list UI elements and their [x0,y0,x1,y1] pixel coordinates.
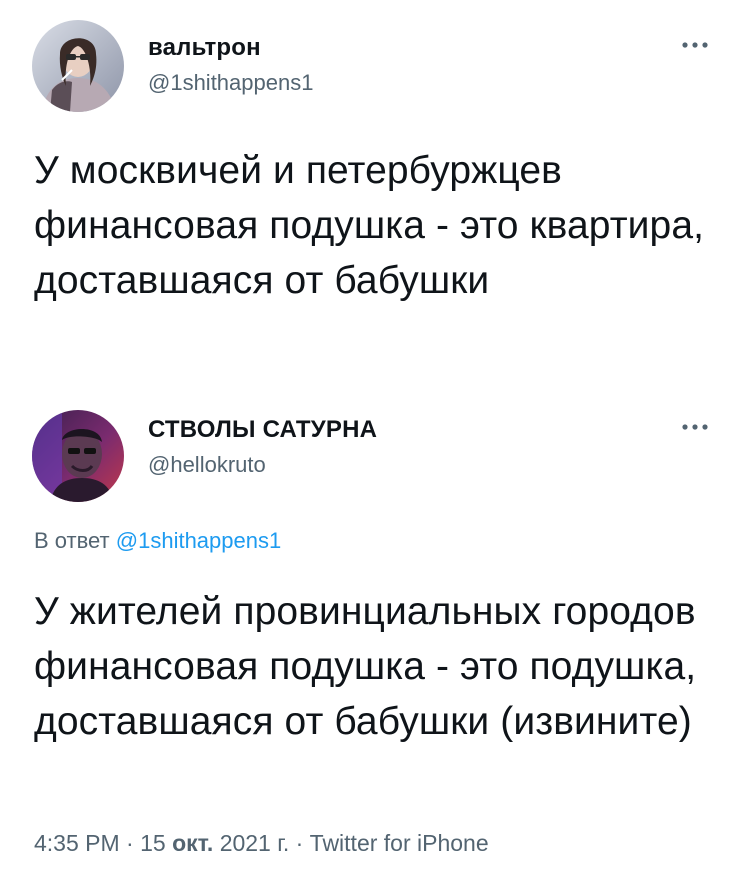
tweet-source[interactable]: Twitter for iPhone [310,830,489,856]
more-horizontal-icon[interactable] [680,420,710,434]
avatar[interactable] [32,410,124,502]
tweet-original: вальтрон @1shithappens1 У москвичей и пе… [0,0,750,380]
reply-prefix: В ответ [34,528,110,553]
tweet-date-year[interactable]: 2021 г. [220,830,290,856]
tweet-text: У жителей провинциальных городов финансо… [34,590,697,743]
tweet-date-month[interactable]: окт. [172,830,213,856]
avatar-photo [32,410,124,502]
avatar[interactable] [32,20,124,112]
tweet-date-day[interactable]: 15 [140,830,166,856]
tweet-text: У москвичей и петербуржцев финансовая по… [34,149,705,302]
tweet-time[interactable]: 4:35 PM [34,830,120,856]
tweet-metadata: 4:35 PM · 15 окт. 2021 г. · Twitter for … [34,830,489,857]
separator: · [126,830,134,856]
reply-context: В ответ @1shithappens1 [34,528,281,554]
author-handle[interactable]: @1shithappens1 [148,70,313,96]
tweet-reply: СТВОЛЫ САТУРНА @hellokruto В ответ @1shi… [0,380,750,888]
separator: · [295,830,304,856]
author-name[interactable]: СТВОЛЫ САТУРНА [148,416,377,444]
author-name[interactable]: вальтрон [148,34,261,62]
reply-to-handle-link[interactable]: @1shithappens1 [116,528,281,553]
author-handle[interactable]: @hellokruto [148,452,266,478]
avatar-photo [32,20,124,112]
more-horizontal-icon[interactable] [680,38,710,52]
